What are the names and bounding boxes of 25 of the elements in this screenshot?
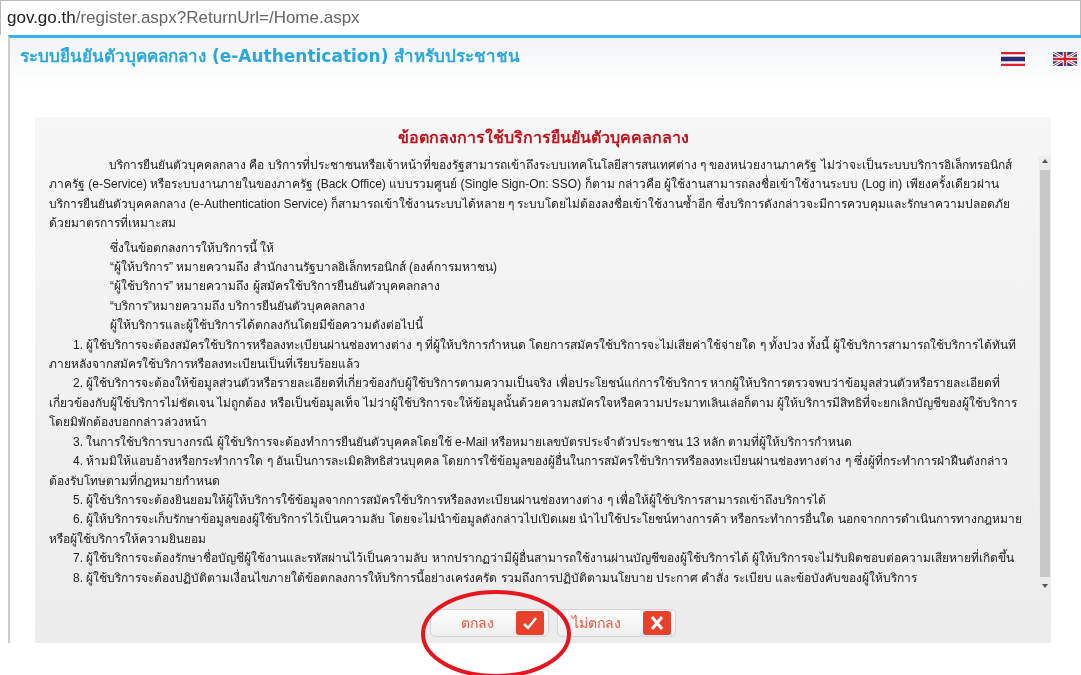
agreement-paragraph: บริการยืนยันตัวบุคคลกลาง คือ บริการที่ประชาชนหรือเจ้าหน้าที่ของรัฐสามารถเข้าถึงระบบเทคโนโลยีสารสนเทศต่าง ๆ ของหน่วยงานภาครัฐ ไม่ว่าจะเป็นระบบบริการอิเล็กทรอนิกส์ภาครัฐ (e-Service) หรือระบบงานภายในของภาครัฐ (Back Office) แบบรวมศูนย์ (Single Sign-On: SSO) ก็ตาม กล่าวคือ ผู้ใช้งานสามารถลงชื่อเข้าใช้งานระบบ (Log in) เพียงครั้งเดียวผ่านบริการยืนยันตัวบุคคลกลาง (e-Authentication Service) ก็สามารถเข้าใช้งานระบบได้หลาย ๆ ระบบโดยไม่ต้องลงชื่อเข้าใช้งานซ้ำอีก ซึ่งบริการดังกล่าวจะมีการควบคุมและรักษาความปลอดภัยด้วยมาตรการที่เหมาะสม <box>49 156 1013 233</box>
site-title: ระบบยืนยันตัวบุคคลกลาง (e-Authentication) สำหรับประชาชน <box>20 45 521 69</box>
agreement-paragraph: “ผู้ใช้บริการ” หมายความถึง ผู้สมัครใช้บริการยืนยันตัวบุคคลกลาง <box>109 278 441 296</box>
agreement-paragraph: ผู้ให้บริการและผู้ใช้บริการได้ตกลงกันโดยมีข้อความดังต่อไปนี้ <box>109 316 425 335</box>
agreement-paragraph: 1. ผู้ใช้บริการจะต้องสมัครใช้บริการหรือลงทะเบียนผ่านช่องทางต่าง ๆ ที่ผู้ให้บริการกำหนด โดยการสมัครใช้บริการจะไม่เสียค่าใช้จ่ายใด ๆ ทั้งปวง ทั้งนี้ ผู้ใช้บริการสามารถใช้บริการได้ทันทีภายหลังจากสมัครใช้บริการหรือลงทะเบียนเป็นที่เรียบร้อยแล้ว <box>49 335 1017 374</box>
agreement-paragraph: 7. ผู้ใช้บริการจะต้องรักษาชื่อบัญชีผู้ใช้งานและรหัสผ่านไว้เป็นความลับ หากปรากฏว่ามีผู้อื่นสามารถใช้งานผ่านบัญชีของผู้ใช้บริการได้ ผู้ให้บริการจะไม่รับผิดชอบต่อความเสียหายที่เกิดขึ้น <box>72 549 1015 568</box>
scrollbar[interactable] <box>1039 156 1051 591</box>
agreement-title: ข้อตกลงการใช้บริการยืนยันตัวบุคคลกลาง <box>397 127 689 150</box>
agreement-paragraph: “ผู้ให้บริการ” หมายความถึง สำนักงานรัฐบาลอิเล็กทรอนิกส์ (องค์การมหาชน) <box>109 258 498 277</box>
agreement-paragraph: 3. ในการใช้บริการบางกรณี ผู้ใช้บริการจะต้องทำการยืนยันตัวบุคคลโดยใช้ e-Mail หรือหมายเลขบัตรประจำตัวประชาชน 13 หลัก ตามที่ผู้ให้บริการกำหนด <box>72 432 854 452</box>
agreement-paragraph: 5. ผู้ใช้บริการจะต้องยินยอมให้ผู้ให้บริการใช้ข้อมูลจากการสมัครใช้บริการหรือลงทะเบียนผ่านช่องทางต่าง ๆ เพื่อให้ผู้ใช้บริการสามารถเข้าถึงบริการได้ <box>72 490 827 510</box>
agreement-paragraph: ซึ่งในข้อตกลงการให้บริการนี้ ให้ <box>109 238 276 257</box>
accept-button[interactable]: ตกลง <box>430 609 549 637</box>
agreement-paragraph: “บริการ”หมายความถึง บริการยืนยันตัวบุคคลกลาง <box>109 297 367 316</box>
agreement-paragraph: 4. ห้ามมิให้แอบอ้างหรือกระทำการใด ๆ อันเป็นการละเมิดสิทธิส่วนบุคคล โดยการใช้ข้อมูลของผู้อื่นในการสมัครใช้บริการหรือลงทะเบียนผ่านช่องทางต่าง ๆ ซึ่งผู้ที่กระทำการฝ่าฝืนดังกล่าว ต้องรับโทษตามที่กฎหมายกำหนด <box>49 452 1009 490</box>
uk-flag-icon[interactable] <box>1053 52 1077 66</box>
agreement-paragraph: 2. ผู้ใช้บริการจะต้องให้ข้อมูลส่วนตัวหรือรายละเอียดที่เกี่ยวข้องกับผู้ใช้บริการตามความเป็นจริง เพื่อประโยชน์แก่การใช้บริการ หากผู้ให้บริการตรวจพบว่าข้อมูลส่วนตัวหรือรายละเอียดที่เกี่ยวข้องกับผู้ใช้บริการไม่ชัดเจน ไม่ถูกต้อง หรือเป็นข้อมูลเท็จ ไม่ว่าผู้ใช้บริการจะให้ข้อมูลนั้นด้วยความสมัครใจหรือความประมาทเลินเล่อก็ตาม ผู้ให้บริการมีสิทธิที่จะยกเลิกบัญชีของผู้ใช้บริการโดยมิพักต้องบอกกล่าวล่วงหน้า <box>49 374 1019 432</box>
thai-flag-icon[interactable] <box>1001 52 1025 66</box>
scrollbar-thumb[interactable] <box>1040 170 1050 577</box>
agreement-paragraph: 6. ผู้ให้บริการจะเก็บรักษาข้อมูลของผู้ใช้บริการไว้เป็นความลับ โดยจะไม่นำข้อมูลดังกล่าวไปเปิดเผย นำไปใช้ประโยชน์ทางการค้า หรือกระทำการอื่นใด นอกจากการดำเนินการทางกฎหมายหรือผู้ใช้บริการให้ความยินยอม <box>49 510 1023 549</box>
close-icon <box>643 611 671 635</box>
check-icon <box>516 611 544 635</box>
decline-button[interactable]: ไม่ตกลง <box>557 609 676 637</box>
agreement-paragraph: 8. ผู้ใช้บริการจะต้องปฏิบัติตามเงื่อนไขภายใต้ข้อตกลงการให้บริการนี้อย่างเคร่งครัด รวมถึงการปฏิบัติตามนโยบาย ประกาศ คำสั่ง ระเบียบ และข้อบังคับของผู้ให้บริการ <box>72 568 918 588</box>
address-bar[interactable]: gov.go.th/register.aspx?ReturnUrl=/Home.aspx <box>0 0 1081 35</box>
